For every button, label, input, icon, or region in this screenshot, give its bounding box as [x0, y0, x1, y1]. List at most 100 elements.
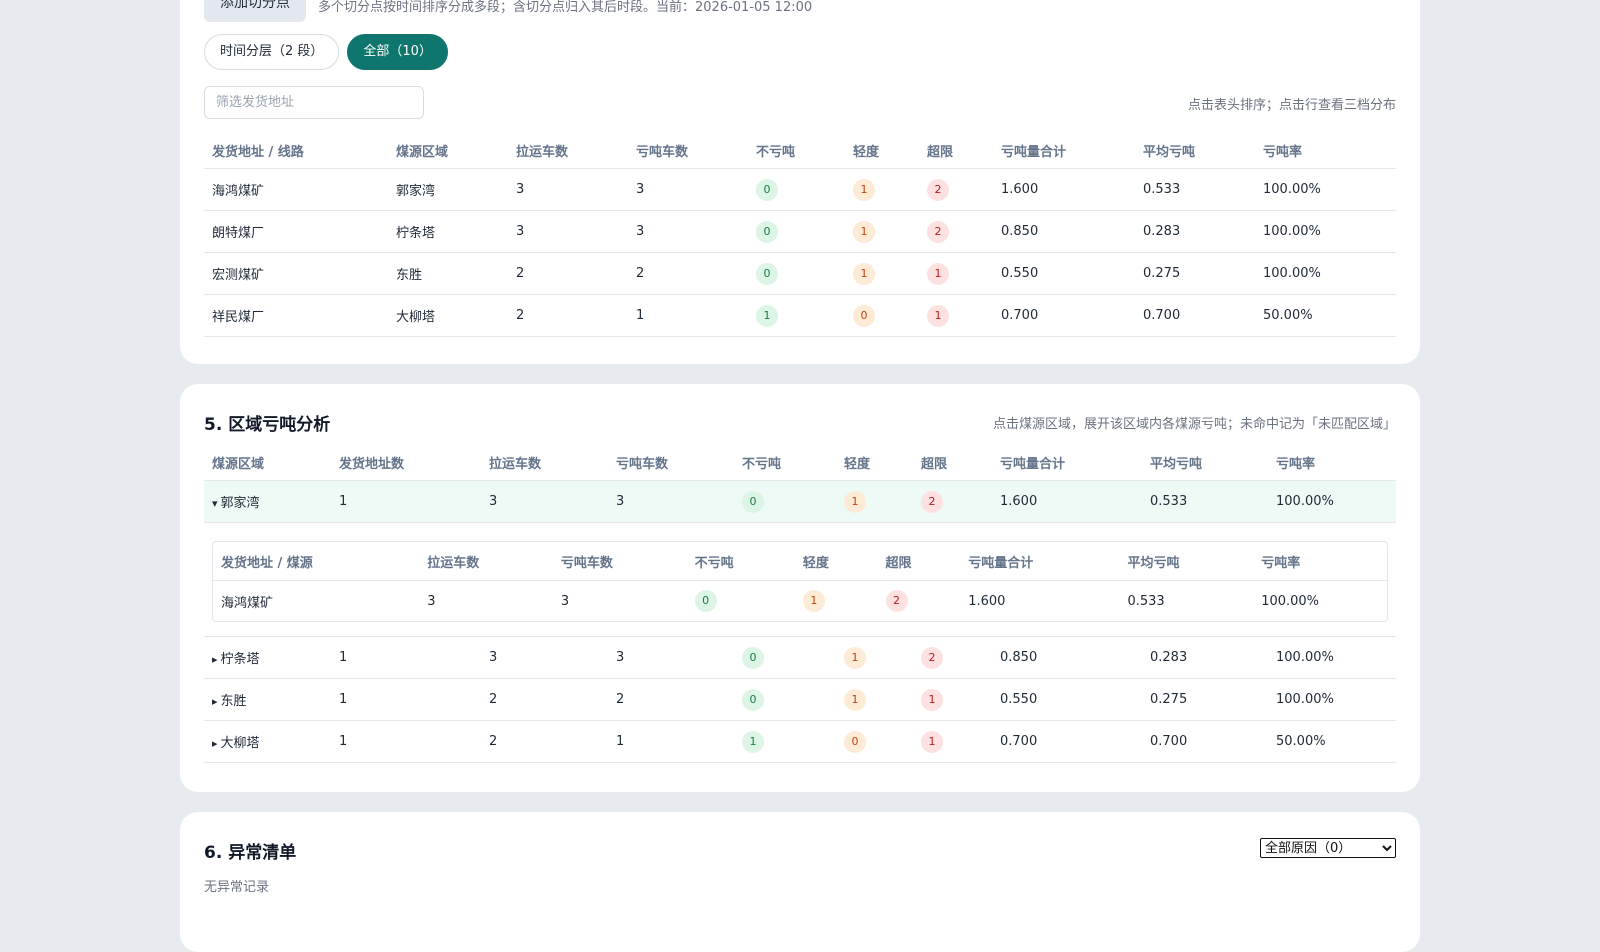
region-row-expanded[interactable]: ▾ 郭家湾 1 3 3 0 1 2 1.600 0.533 100.00% — [204, 480, 1396, 523]
region-name: 柠条塔 — [220, 652, 260, 667]
table-row[interactable]: 宏测煤矿 东胜 2 2 0 1 1 0.550 0.275 100.00% — [204, 252, 1396, 295]
table-row[interactable]: 朗特煤厂 柠条塔 3 3 0 1 2 0.850 0.283 100.00% — [204, 210, 1396, 253]
column-header[interactable]: 平均亏吨 — [1119, 542, 1254, 581]
table-cell: 3 — [608, 480, 734, 523]
table-cell: ▸ 柠条塔 — [204, 636, 331, 679]
region-name: 郭家湾 — [220, 496, 260, 511]
table-cell: 0 — [845, 294, 919, 337]
table-row[interactable]: 海鸿煤矿 郭家湾 3 3 0 1 2 1.600 0.533 100.00% — [204, 168, 1396, 211]
table-cell: 2 — [508, 252, 628, 295]
column-header[interactable]: 超限 — [877, 542, 961, 581]
table-cell: 1 — [845, 210, 919, 253]
address-table: 发货地址 / 线路 煤源区域 拉运车数 亏吨车数 不亏吨 轻度 超限 亏吨量合计 平均亏吨 亏吨率… — [204, 132, 1396, 337]
table-cell: ▸ 东胜 — [204, 678, 331, 721]
table-cell: 海鸿煤矿 — [204, 168, 388, 211]
column-header[interactable]: 拉运车数 — [508, 132, 628, 169]
over-limit-badge: 2 — [927, 178, 949, 201]
no-loss-badge: 0 — [756, 220, 778, 243]
column-header[interactable]: 亏吨车数 — [552, 542, 687, 581]
column-header[interactable]: 亏吨车数 — [608, 444, 734, 481]
region-row[interactable]: ▸ 东胜 1 2 2 0 1 1 0.550 0.275 100.00% — [204, 678, 1396, 721]
table-cell: 1.600 — [992, 480, 1142, 523]
no-loss-badge: 0 — [742, 646, 764, 669]
region-hint: 点击煤源区域，展开该区域内各煤源亏吨；未命中记为「未匹配区域」 — [992, 417, 1396, 432]
table-cell: 0 — [748, 210, 845, 253]
table-cell: 0 — [748, 252, 845, 295]
expand-caret-icon[interactable]: ▸ — [212, 737, 218, 750]
section-6-card: 6. 异常清单 全部原因（0） 无异常记录 — [180, 812, 1420, 952]
column-header[interactable]: 亏吨率 — [1255, 132, 1396, 169]
over-limit-badge: 1 — [927, 304, 949, 327]
region-row[interactable]: ▸ 柠条塔 1 3 3 0 1 2 0.850 0.283 100.00% — [204, 636, 1396, 679]
mild-badge: 1 — [844, 646, 866, 669]
column-header[interactable]: 煤源区域 — [204, 444, 331, 481]
region-table: 煤源区域 发货地址数 拉运车数 亏吨车数 不亏吨 轻度 超限 亏吨量合计 平均亏吨 亏吨率 ▾ 郭家… — [204, 444, 1396, 763]
column-header[interactable]: 发货地址 / 线路 — [204, 132, 388, 169]
column-header[interactable]: 平均亏吨 — [1142, 444, 1268, 481]
column-header[interactable]: 拉运车数 — [419, 542, 553, 581]
table-cell: 1 — [836, 678, 913, 721]
column-header[interactable]: 超限 — [919, 132, 993, 169]
over-limit-badge: 2 — [921, 490, 943, 513]
column-header[interactable]: 亏吨量合计 — [992, 444, 1142, 481]
table-cell: 宏测煤矿 — [204, 252, 388, 295]
table-cell: 1 — [845, 168, 919, 211]
column-header[interactable]: 亏吨量合计 — [960, 542, 1120, 581]
region-name: 东胜 — [220, 694, 247, 709]
table-cell: 3 — [427, 593, 436, 609]
column-header[interactable]: 拉运车数 — [481, 444, 608, 481]
no-loss-badge: 0 — [742, 490, 764, 513]
column-header[interactable]: 不亏吨 — [734, 444, 836, 481]
expand-caret-icon[interactable]: ▸ — [212, 695, 218, 708]
column-header[interactable]: 亏吨率 — [1253, 542, 1387, 581]
table-cell: 郭家湾 — [388, 168, 508, 211]
column-header[interactable]: 轻度 — [845, 132, 919, 169]
table-cell: 1 — [836, 480, 913, 523]
over-limit-badge: 1 — [921, 688, 943, 711]
table-cell: 0.700 — [992, 720, 1142, 763]
column-header[interactable]: 亏吨率 — [1268, 444, 1396, 481]
address-filter-input[interactable] — [204, 86, 424, 119]
table-row[interactable]: 祥民煤厂 大柳塔 2 1 1 0 1 0.700 0.700 50.00% — [204, 294, 1396, 337]
table-cell: ▾ 郭家湾 — [204, 480, 331, 523]
pill-all[interactable]: 全部（10） — [347, 34, 448, 70]
column-header[interactable]: 亏吨量合计 — [993, 132, 1135, 169]
table-cell: 100.00% — [1255, 210, 1396, 253]
table-row: 海鸿煤矿 3 3 0 1 2 1.600 0.533 100.00% — [213, 581, 1387, 622]
column-header[interactable]: 不亏吨 — [686, 542, 795, 581]
table-cell: 2 — [919, 210, 993, 253]
column-header[interactable]: 发货地址 / 煤源 — [213, 542, 420, 581]
add-split-point-button[interactable]: 添加切分点 — [204, 0, 306, 22]
table-cell: 1 — [795, 581, 878, 622]
reason-filter-select[interactable]: 全部原因（0） — [1260, 838, 1396, 858]
section-title: 5. 区域亏吨分析 — [204, 415, 331, 435]
column-header[interactable]: 轻度 — [836, 444, 913, 481]
table-cell: 1 — [919, 252, 993, 295]
table-cell: 0.700 — [1135, 294, 1255, 337]
table-cell: 3 — [508, 210, 628, 253]
column-header[interactable]: 超限 — [913, 444, 992, 481]
source-breakdown-table: 发货地址 / 煤源 拉运车数 亏吨车数 不亏吨 轻度 超限 亏吨量合计 平均亏吨 亏吨率海鸿煤矿… — [213, 542, 1387, 621]
no-loss-badge: 0 — [694, 590, 717, 612]
column-header[interactable]: 轻度 — [794, 542, 878, 581]
table-cell: 1 — [845, 252, 919, 295]
sub-table-cell: 发货地址 / 煤源 拉运车数 亏吨车数 不亏吨 轻度 超限 亏吨量合计 平均亏吨 亏吨率海鸿煤矿… — [204, 522, 1396, 637]
region-row[interactable]: ▸ 大柳塔 1 2 1 1 0 1 0.700 0.700 50.00% — [204, 720, 1396, 763]
expand-caret-icon[interactable]: ▸ — [212, 653, 218, 666]
pill-time-layered[interactable]: 时间分层（2 段） — [204, 34, 340, 70]
column-header[interactable]: 亏吨车数 — [628, 132, 748, 169]
no-loss-badge: 0 — [742, 688, 764, 711]
table-cell: 50.00% — [1255, 294, 1396, 337]
over-limit-badge: 1 — [927, 262, 949, 285]
view-toggle: 时间分层（2 段） 全部（10） — [204, 34, 448, 70]
table-cell: 50.00% — [1268, 720, 1396, 763]
collapse-caret-icon[interactable]: ▾ — [212, 497, 218, 510]
column-header[interactable]: 不亏吨 — [748, 132, 845, 169]
table-cell: 海鸿煤矿 — [221, 595, 274, 611]
region-name: 大柳塔 — [220, 736, 260, 751]
column-header[interactable]: 煤源区域 — [388, 132, 508, 169]
mild-badge: 1 — [844, 688, 866, 711]
column-header[interactable]: 平均亏吨 — [1135, 132, 1255, 169]
table-cell: 0 — [687, 581, 795, 622]
column-header[interactable]: 发货地址数 — [331, 444, 481, 481]
